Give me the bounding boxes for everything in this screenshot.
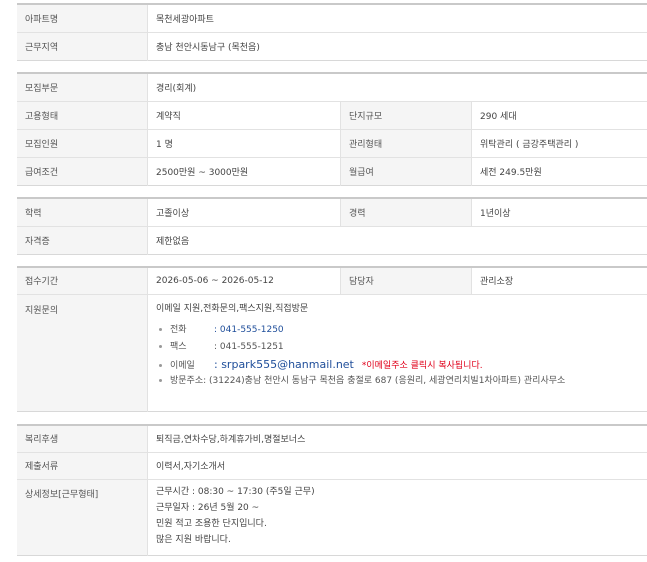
info-table-qualification: 학력 고졸이상 경력 1년이상 자격증 제한없음 — [17, 197, 647, 255]
contact-list: 전화 : 041-555-1250 팩스 : 041-555-1251 이메일 : s… — [156, 322, 639, 390]
table-row: 급여조건 2500만원 ~ 3000만원 월급여 세전 249.5만원 — [17, 157, 647, 186]
monthly-value: 세전 249.5만원 — [480, 168, 542, 178]
manager-label: 담당자 — [340, 267, 472, 295]
mgmt-value: 위탁관리 ( 금강주택관리 ) — [471, 129, 647, 158]
table-row: 접수기간 2026-05-06 ~ 2026-05-12 담당자 관리소장 — [17, 267, 647, 295]
table-row: 복리후생 퇴직금,연차수당,하계휴가비,명절보너스 — [17, 425, 647, 453]
detail-label: 상세정보[근무형태] — [17, 479, 148, 555]
period-label: 접수기간 — [17, 267, 148, 295]
phone-label: 전화 — [170, 324, 187, 335]
info-table-benefits: 복리후생 퇴직금,연차수당,하계휴가비,명절보너스 제출서류 이력서,자기소개서… — [17, 424, 647, 556]
table-row: 제출서류 이력서,자기소개서 — [17, 452, 647, 480]
cert-value: 제한없음 — [156, 237, 190, 247]
docs-value: 이력서,자기소개서 — [147, 452, 647, 480]
table-row: 자격증 제한없음 — [17, 226, 647, 255]
address-label: 방문주소 — [170, 375, 204, 386]
region-value: 충남 천안시동남구 (목천읍) — [156, 43, 260, 53]
bullet-icon — [159, 363, 162, 367]
table-row: 고용형태 계약직 단지규모 290 세대 — [17, 101, 647, 130]
period-value: 2026-05-06 ~ 2026-05-12 — [147, 267, 341, 295]
contact-email: 이메일 : srpark555@hanmail.net *이메일주소 클릭시 복사됩… — [156, 356, 639, 373]
info-table-basic: 아파트명 목천세광아파트 근무지역 충남 천안시동남구 (목천읍) — [17, 3, 647, 61]
scale-label: 단지규모 — [340, 101, 472, 130]
bullet-icon — [159, 327, 162, 331]
inquiry-content: 이메일 지원,전화문의,팩스지원,직접방문 전화 : 041-555-1250 팩… — [148, 294, 647, 411]
field-label: 모집부문 — [17, 73, 148, 102]
detail-line: 많은 지원 바랍니다. — [156, 534, 231, 545]
apt-name-label: 아파트명 — [17, 4, 148, 33]
salary-label: 급여조건 — [17, 157, 148, 186]
contact-fax: 팩스 : 041-555-1251 — [156, 339, 639, 356]
phone-value[interactable]: : 041-555-1250 — [214, 325, 284, 335]
table-row: 아파트명 목천세광아파트 — [17, 4, 647, 33]
cert-label: 자격증 — [17, 226, 148, 255]
detail-line: 민원 적고 조용한 단지입니다. — [156, 518, 267, 529]
bullet-icon — [159, 344, 162, 348]
table-row: 학력 고졸이상 경력 1년이상 — [17, 198, 647, 227]
apt-name-value: 목천세광아파트 — [147, 4, 647, 33]
contact-address: 방문주소: (31224)충남 천안시 동남구 목천읍 충절로 687 (응원리… — [156, 373, 639, 390]
table-row: 지원문의 이메일 지원,전화문의,팩스지원,직접방문 전화 : 041-555-1… — [17, 294, 647, 411]
salary-value: 2500만원 ~ 3000만원 — [156, 168, 249, 178]
region-label: 근무지역 — [17, 32, 148, 61]
table-row: 모집부문 경리(회계) — [17, 73, 647, 102]
edu-value: 고졸이상 — [147, 198, 341, 227]
email-link[interactable]: : srpark555@hanmail.net — [214, 358, 354, 371]
table-row: 상세정보[근무형태] 근무시간 : 08:30 ~ 17:30 (주5일 근무)… — [17, 479, 647, 555]
inquiry-label: 지원문의 — [17, 294, 148, 411]
manager-value: 관리소장 — [471, 267, 647, 295]
detail-line: 근무시간 : 08:30 ~ 17:30 (주5일 근무) — [156, 486, 315, 497]
fax-label: 팩스 — [170, 341, 187, 352]
address-value: : (31224)충남 천안시 동남구 목천읍 충절로 687 (응원리, 세광… — [203, 375, 566, 386]
career-label: 경력 — [340, 198, 472, 227]
headcount-label: 모집인원 — [17, 129, 148, 158]
monthly-label: 월급여 — [340, 157, 472, 186]
detail-line: 근무일자 : 26년 5월 20 ~ — [156, 502, 260, 513]
headcount-value: 1 명 — [147, 129, 341, 158]
table-row: 근무지역 충남 천안시동남구 (목천읍) — [17, 32, 647, 61]
career-value: 1년이상 — [471, 198, 647, 227]
edu-label: 학력 — [17, 198, 148, 227]
field-value: 경리(회계) — [147, 73, 647, 102]
mgmt-label: 관리형태 — [340, 129, 472, 158]
email-copy-note: *이메일주소 클릭시 복사됩니다. — [361, 360, 483, 371]
bullet-icon — [159, 378, 162, 382]
docs-label: 제출서류 — [17, 452, 148, 480]
emp-type-value: 계약직 — [147, 101, 341, 130]
scale-value: 290 세대 — [471, 101, 647, 130]
detail-value: 근무시간 : 08:30 ~ 17:30 (주5일 근무) 근무일자 : 26년… — [148, 479, 647, 555]
info-table-recruit: 모집부문 경리(회계) 고용형태 계약직 단지규모 290 세대 모집인원 1 … — [17, 72, 647, 186]
welfare-value: 퇴직금,연차수당,하계휴가비,명절보너스 — [147, 425, 647, 453]
info-table-application: 접수기간 2026-05-06 ~ 2026-05-12 담당자 관리소장 지원… — [17, 266, 647, 412]
fax-value: : 041-555-1251 — [214, 341, 284, 352]
contact-phone: 전화 : 041-555-1250 — [156, 322, 639, 339]
table-row: 모집인원 1 명 관리형태 위탁관리 ( 금강주택관리 ) — [17, 129, 647, 158]
email-label: 이메일 — [170, 360, 195, 371]
inquiry-methods: 이메일 지원,전화문의,팩스지원,직접방문 — [156, 303, 309, 314]
emp-type-label: 고용형태 — [17, 101, 148, 130]
welfare-label: 복리후생 — [17, 425, 148, 453]
